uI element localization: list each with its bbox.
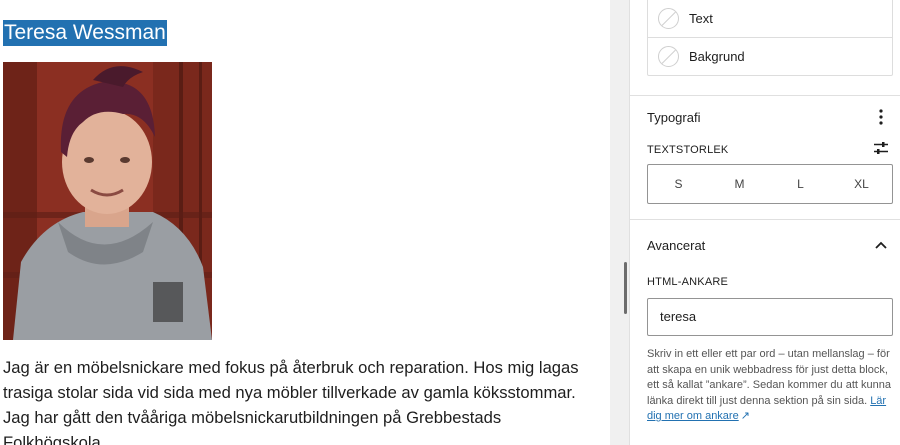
- typography-title: Typografi: [647, 110, 701, 125]
- paragraph-line: trasiga stolar sida vid sida med nya möb…: [3, 383, 576, 402]
- heading-block[interactable]: Teresa Wessman: [3, 20, 167, 46]
- block-settings-sidebar: Text Bakgrund Typografi TEXTSTORLEK S M: [629, 0, 900, 445]
- font-size-xl[interactable]: XL: [831, 165, 892, 203]
- custom-size-settings-icon[interactable]: [870, 138, 892, 158]
- external-link-icon: ↗: [740, 410, 750, 422]
- scroll-gutter: [610, 0, 629, 445]
- html-anchor-help: Skriv in ett eller ett par ord – utan me…: [647, 347, 897, 425]
- text-color-item[interactable]: Text: [648, 0, 892, 37]
- font-size-l[interactable]: L: [770, 165, 831, 203]
- paragraph-line: Jag är en möbelsnickare med fokus på åte…: [3, 358, 579, 377]
- help-text: Skriv in ett eller ett par ord – utan me…: [647, 348, 891, 407]
- advanced-panel: Avancerat HTML-ANKARE teresa Skriv in et…: [630, 219, 900, 445]
- advanced-title[interactable]: Avancerat: [647, 238, 705, 253]
- more-options-icon[interactable]: [870, 106, 892, 128]
- paragraph-block[interactable]: Jag är en möbelsnickare med fokus på åte…: [3, 355, 603, 445]
- chevron-up-icon[interactable]: [870, 234, 892, 256]
- portrait-photo: [3, 62, 212, 340]
- font-size-label: TEXTSTORLEK: [647, 144, 729, 156]
- text-color-label: Text: [689, 10, 713, 26]
- typography-panel: Typografi TEXTSTORLEK S M L XL: [630, 95, 900, 219]
- empty-swatch-icon: [658, 46, 679, 67]
- paragraph-line: Jag har gått den tvååriga möbelsnickarut…: [3, 408, 502, 427]
- paragraph-line: Folkhögskola.: [3, 433, 106, 445]
- font-size-picker: S M L XL: [647, 164, 893, 204]
- image-block[interactable]: [3, 62, 212, 340]
- background-color-label: Bakgrund: [689, 49, 745, 64]
- font-size-s[interactable]: S: [648, 165, 709, 203]
- color-panel: Text Bakgrund: [630, 0, 900, 95]
- editor-canvas: Teresa Wessman Jag är en möbelsnickare m…: [0, 0, 610, 445]
- empty-swatch-icon: [658, 7, 679, 29]
- html-anchor-label: HTML-ANKARE: [647, 276, 729, 288]
- resize-handle[interactable]: [624, 262, 627, 314]
- color-settings-group: Text Bakgrund: [647, 0, 893, 76]
- background-color-item[interactable]: Bakgrund: [648, 37, 892, 75]
- html-anchor-input[interactable]: teresa: [647, 298, 893, 336]
- font-size-m[interactable]: M: [709, 165, 770, 203]
